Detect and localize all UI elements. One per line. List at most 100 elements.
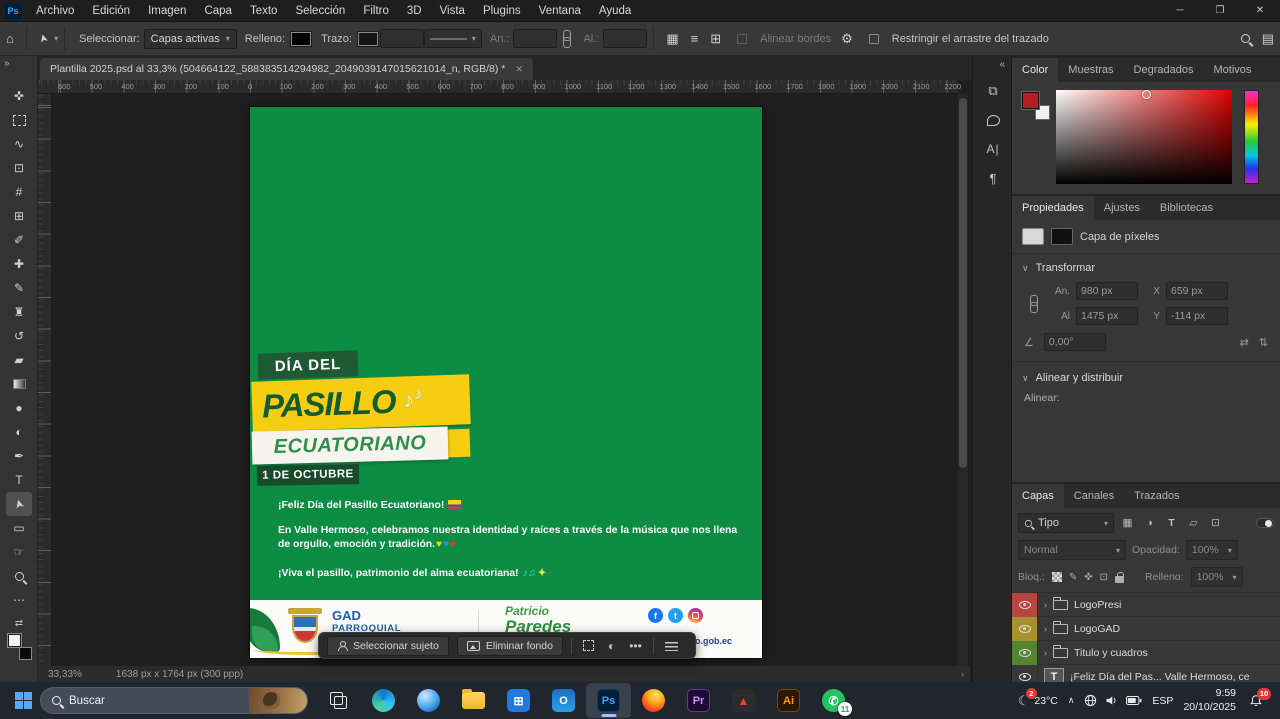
stroke-width-field[interactable] bbox=[380, 29, 424, 48]
gear-icon[interactable]: ⚙ bbox=[835, 31, 859, 47]
hidden-icons-chevron[interactable]: ∧ bbox=[1068, 695, 1075, 706]
hue-slider[interactable] bbox=[1244, 90, 1259, 184]
task-view-icon[interactable] bbox=[316, 683, 361, 718]
menu-item-plugins[interactable]: Plugins bbox=[474, 0, 530, 21]
blend-mode-dropdown[interactable]: Normal ▾ bbox=[1018, 540, 1126, 560]
foreground-background-swatches[interactable] bbox=[8, 634, 32, 660]
libraries-panel-icon[interactable]: ⧉ bbox=[988, 82, 997, 100]
align-edges-checkbox[interactable] bbox=[737, 34, 747, 44]
language-indicator[interactable]: ESP bbox=[1152, 695, 1173, 707]
scroll-right-icon[interactable]: › bbox=[961, 669, 964, 679]
select-subject-button[interactable]: Seleccionar sujeto bbox=[327, 636, 449, 656]
speaker-icon[interactable] bbox=[1105, 694, 1118, 707]
tab-degradados[interactable]: Degradados bbox=[1124, 58, 1204, 82]
close-icon[interactable]: ✕ bbox=[1240, 0, 1280, 22]
menu-item-3d[interactable]: 3D bbox=[398, 0, 431, 21]
filter-smart-objects-icon[interactable]: ⊡ bbox=[1207, 515, 1224, 532]
menu-item-ayuda[interactable]: Ayuda bbox=[590, 0, 640, 21]
shape-tool[interactable]: ▭ bbox=[6, 516, 32, 540]
home-icon[interactable]: ⌂ bbox=[0, 31, 20, 46]
eyedropper-tool[interactable]: ✐ bbox=[6, 228, 32, 252]
path-arrangement-icon[interactable]: ⊞ bbox=[704, 31, 727, 47]
close-tab-icon[interactable]: ✕ bbox=[515, 64, 523, 75]
path-operations-icon[interactable]: ▦ bbox=[660, 31, 684, 47]
filter-pixel-layers-icon[interactable]: ▦ bbox=[1119, 515, 1136, 532]
expand-group-icon[interactable]: › bbox=[1044, 648, 1047, 658]
opacity-dropdown[interactable]: 100% ▾ bbox=[1186, 540, 1238, 560]
premiere-icon[interactable]: Pr bbox=[676, 683, 721, 718]
search-icon[interactable] bbox=[1235, 31, 1256, 46]
properties-sliders-icon[interactable] bbox=[665, 641, 678, 651]
flip-vertical-icon[interactable]: ⇅ bbox=[1259, 336, 1268, 349]
y-field[interactable]: -114 px bbox=[1166, 307, 1228, 325]
tab-ajustes[interactable]: Ajustes bbox=[1094, 196, 1150, 220]
constrain-drag-checkbox[interactable] bbox=[869, 34, 879, 44]
layer-row[interactable]: ›LogoGAD bbox=[1012, 617, 1280, 641]
saturation-brightness-picker[interactable] bbox=[1056, 90, 1232, 184]
link-wh-icon[interactable] bbox=[1028, 295, 1038, 313]
foreground-color-swatch[interactable] bbox=[8, 634, 21, 647]
adjustment-icon[interactable]: ◐ bbox=[605, 639, 618, 653]
object-selection-tool[interactable]: ⊡ bbox=[6, 156, 32, 180]
pen-tool[interactable]: ✒ bbox=[6, 444, 32, 468]
layer-visibility-eye-icon[interactable] bbox=[1019, 625, 1031, 633]
more-options-icon[interactable]: ••• bbox=[626, 639, 645, 653]
layer-visibility-eye-icon[interactable] bbox=[1019, 673, 1031, 681]
layer-filter-dropdown[interactable]: Tipo ▾ bbox=[1018, 513, 1114, 533]
color-picker-ring[interactable] bbox=[1142, 90, 1151, 99]
firefox-icon[interactable] bbox=[631, 683, 676, 718]
crop-tool[interactable]: # bbox=[6, 180, 32, 204]
lock-artboard-icon[interactable]: ⊡ bbox=[1100, 572, 1108, 583]
menu-item-texto[interactable]: Texto bbox=[241, 0, 287, 21]
blur-tool[interactable]: ● bbox=[6, 396, 32, 420]
shape-height-field[interactable] bbox=[603, 29, 647, 48]
menu-item-imagen[interactable]: Imagen bbox=[139, 0, 195, 21]
store-icon[interactable]: ⊞ bbox=[496, 683, 541, 718]
minimize-icon[interactable]: ─ bbox=[1160, 0, 1200, 22]
path-alignment-icon[interactable]: ≡ bbox=[685, 31, 705, 46]
height-field[interactable]: 1475 px bbox=[1076, 307, 1138, 325]
transform-selection-icon[interactable] bbox=[583, 640, 594, 651]
width-field[interactable]: 980 px bbox=[1076, 282, 1138, 300]
document-tab[interactable]: Plantilla 2025.psd al 33,3% (504664122_5… bbox=[40, 58, 533, 80]
layer-filtering-toggle[interactable] bbox=[1256, 518, 1274, 528]
fill-swatch[interactable] bbox=[291, 32, 311, 46]
menu-item-filtro[interactable]: Filtro bbox=[354, 0, 398, 21]
restore-icon[interactable]: ❐ bbox=[1200, 0, 1240, 22]
stroke-style-dropdown[interactable]: ▾ bbox=[424, 29, 482, 48]
taskbar-clock[interactable]: 9:59 20/10/2025 bbox=[1183, 687, 1236, 714]
menu-item-archivo[interactable]: Archivo bbox=[27, 0, 83, 21]
weather-widget[interactable]: ☾ 2 23°C bbox=[1018, 693, 1058, 709]
tab-capas[interactable]: Capas bbox=[1012, 484, 1064, 508]
filter-adjustment-layers-icon[interactable]: ◑ bbox=[1141, 515, 1158, 532]
flip-horizontal-icon[interactable]: ⇄ bbox=[1240, 336, 1249, 349]
menu-item-seleccin[interactable]: Selección bbox=[286, 0, 354, 21]
rotation-field[interactable]: 0,00° bbox=[1044, 333, 1106, 351]
tab-motivos[interactable]: Motivos bbox=[1203, 58, 1261, 82]
layer-row[interactable]: ›Titulo y cuadros bbox=[1012, 641, 1280, 665]
align-section-header[interactable]: ∨ Alinear y distribuir bbox=[1012, 364, 1280, 388]
menu-item-ventana[interactable]: Ventana bbox=[530, 0, 590, 21]
hand-tool[interactable]: ☞ bbox=[6, 540, 32, 564]
lasso-tool[interactable]: ∿ bbox=[6, 132, 32, 156]
fill-dropdown[interactable]: 100% ▾ bbox=[1191, 567, 1243, 587]
select-mode-dropdown[interactable]: Capas activas ▾ bbox=[144, 29, 237, 49]
default-swap-colors-icon[interactable]: ⇄ bbox=[6, 618, 32, 629]
illustrator-icon[interactable]: Ai bbox=[766, 683, 811, 718]
menu-item-edicin[interactable]: Edición bbox=[83, 0, 139, 21]
shape-width-field[interactable] bbox=[513, 29, 557, 48]
tab-propiedades[interactable]: Propiedades bbox=[1012, 196, 1094, 220]
filter-type-layers-icon[interactable]: T bbox=[1163, 515, 1180, 532]
vertical-scrollbar[interactable] bbox=[958, 94, 968, 666]
tab-trazados[interactable]: Trazados bbox=[1124, 484, 1189, 508]
move-tool[interactable]: ✜ bbox=[6, 84, 32, 108]
layer-row[interactable]: ›LogoPresi bbox=[1012, 593, 1280, 617]
expand-group-icon[interactable]: › bbox=[1044, 624, 1047, 634]
network-icon[interactable] bbox=[1084, 694, 1097, 707]
scrollbar-thumb[interactable] bbox=[959, 98, 967, 468]
acrobat-icon[interactable]: ▲ bbox=[721, 683, 766, 718]
start-button[interactable] bbox=[6, 684, 40, 718]
file-explorer-icon[interactable] bbox=[451, 683, 496, 718]
history-brush-tool[interactable]: ↺ bbox=[6, 324, 32, 348]
tab-bibliotecas[interactable]: Bibliotecas bbox=[1150, 196, 1223, 220]
